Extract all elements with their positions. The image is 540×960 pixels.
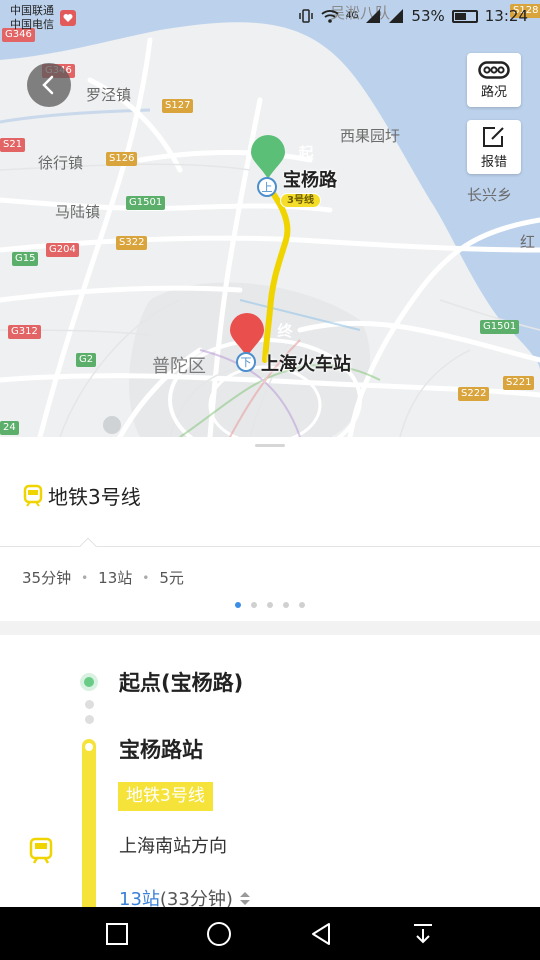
start-station-label[interactable]: 宝杨路 bbox=[283, 166, 337, 192]
start-pin[interactable]: 起 bbox=[249, 135, 314, 181]
app-notification-icon bbox=[60, 10, 76, 26]
road-badge-s322: S322 bbox=[116, 236, 148, 250]
expand-arrows-icon[interactable] bbox=[237, 889, 253, 907]
end-station-label[interactable]: 上海火车站 bbox=[261, 350, 351, 376]
road-badge-g2: G2 bbox=[76, 353, 97, 367]
traffic-button[interactable]: 路况 bbox=[467, 53, 521, 107]
boarding-station: 宝杨路站 bbox=[119, 738, 203, 762]
pager-dot[interactable] bbox=[251, 602, 257, 608]
chevron-left-icon bbox=[42, 75, 54, 95]
carrier-1: 中国联通 bbox=[10, 4, 54, 17]
summary-stations: 13站 bbox=[98, 569, 133, 587]
pager-dot[interactable] bbox=[299, 602, 305, 608]
start-point-dot bbox=[80, 673, 98, 691]
route-name: 地铁3号线 bbox=[48, 485, 141, 509]
end-metro-char: 下 bbox=[240, 356, 252, 369]
line-tag: 3号线 bbox=[280, 193, 321, 208]
end-metro-icon: 下 bbox=[236, 352, 256, 372]
traffic-button-label: 路况 bbox=[480, 84, 507, 100]
road-badge-s221: S221 bbox=[503, 376, 535, 390]
status-bar: 中国联通 中国电信 4G 53% 13:24 bbox=[0, 0, 540, 36]
start-metro-icon: 上 bbox=[257, 177, 277, 197]
summary-sep: • bbox=[81, 570, 89, 585]
report-error-label: 报错 bbox=[480, 154, 507, 170]
direction-text: 上海南站方向 bbox=[119, 836, 227, 857]
clock: 13:24 bbox=[484, 7, 528, 25]
pager-dot[interactable] bbox=[267, 602, 273, 608]
signal-2-icon bbox=[389, 9, 404, 23]
pager-dot[interactable] bbox=[283, 602, 289, 608]
road-badge-g15: G15 bbox=[12, 252, 39, 266]
subway-line-bar bbox=[82, 739, 96, 919]
pull-down-icon bbox=[414, 924, 432, 944]
subway-icon bbox=[23, 484, 43, 507]
map-label-xiguo: 西果园圩 bbox=[340, 127, 401, 145]
recent-apps-button[interactable] bbox=[103, 920, 131, 948]
road-badge-g1501-b: G1501 bbox=[480, 320, 520, 334]
start-pin-text: 起 bbox=[298, 144, 314, 162]
pager-dot[interactable] bbox=[235, 602, 241, 608]
map-label-changxing: 长兴乡 bbox=[467, 186, 513, 204]
vibrate-icon bbox=[298, 9, 313, 23]
road-badge-s222: S222 bbox=[458, 387, 490, 401]
traffic-icon bbox=[478, 60, 510, 79]
drag-handle[interactable] bbox=[255, 444, 285, 447]
report-error-button[interactable]: 报错 bbox=[467, 120, 521, 174]
notification-drawer-button[interactable] bbox=[409, 920, 437, 948]
map-label-luojing: 罗泾镇 bbox=[86, 86, 132, 104]
summary-sep: • bbox=[142, 570, 150, 585]
walk-dot bbox=[85, 715, 94, 724]
road-badge-s126: S126 bbox=[106, 152, 138, 166]
map-label-xuhang: 徐行镇 bbox=[38, 154, 84, 172]
battery-percent: 53% bbox=[411, 7, 445, 25]
route-title: 地铁3号线 bbox=[22, 481, 141, 510]
status-icons: 4G 53% 13:24 bbox=[298, 7, 528, 25]
road-badge-s21: S21 bbox=[0, 138, 26, 152]
battery-icon bbox=[451, 9, 478, 23]
route-map[interactable]: 罗泾镇 徐行镇 马陆镇 西果园圩 长兴乡 普陀区 吴淞八队 红 G346 G34… bbox=[0, 0, 540, 437]
route-summary: 35分钟 • 13站 • 5元 bbox=[22, 567, 184, 588]
signal-1-icon bbox=[366, 9, 381, 23]
edit-icon bbox=[483, 126, 504, 147]
circle-icon bbox=[207, 922, 231, 946]
section-gap bbox=[0, 621, 540, 635]
square-icon bbox=[106, 923, 128, 945]
summary-duration: 35分钟 bbox=[22, 569, 72, 587]
road-badge-g312: G312 bbox=[8, 325, 41, 339]
wifi-icon bbox=[321, 10, 339, 23]
route-detail-panel[interactable]: 地铁3号线 35分钟 • 13站 • 5元 起点(宝杨路) 宝杨路站 地铁3号线… bbox=[0, 437, 540, 919]
route-pager[interactable] bbox=[0, 602, 540, 608]
road-badge-g204: G204 bbox=[46, 243, 79, 257]
map-label-putuo: 普陀区 bbox=[152, 356, 206, 377]
road-badge-g24: 24 bbox=[0, 421, 19, 435]
start-pin-icon bbox=[251, 135, 285, 179]
map-label-malu: 马陆镇 bbox=[55, 203, 101, 221]
summary-fare: 5元 bbox=[159, 569, 184, 587]
map-label-hong: 红 bbox=[520, 233, 536, 251]
line-chip: 地铁3号线 bbox=[118, 782, 213, 811]
screen: 罗泾镇 徐行镇 马陆镇 西果园圩 长兴乡 普陀区 吴淞八队 红 G346 G34… bbox=[0, 0, 540, 960]
carrier-2: 中国电信 bbox=[10, 18, 54, 31]
station-dot bbox=[85, 743, 93, 751]
road-badge-s127: S127 bbox=[162, 99, 194, 113]
network-type: 4G bbox=[345, 11, 359, 21]
back-nav-button[interactable] bbox=[307, 920, 335, 948]
road-badge-g1501: G1501 bbox=[126, 196, 166, 210]
walk-dot bbox=[85, 700, 94, 709]
end-pin-text: 终 bbox=[277, 322, 293, 340]
start-point-label: 起点(宝杨路) bbox=[119, 671, 244, 695]
start-metro-char: 上 bbox=[261, 181, 273, 194]
triangle-back-icon bbox=[312, 923, 330, 945]
home-button[interactable] bbox=[205, 920, 233, 948]
back-button[interactable] bbox=[27, 63, 71, 107]
divider-notch bbox=[79, 537, 97, 555]
navigation-bar bbox=[0, 907, 540, 960]
subway-segment-icon bbox=[29, 837, 53, 864]
